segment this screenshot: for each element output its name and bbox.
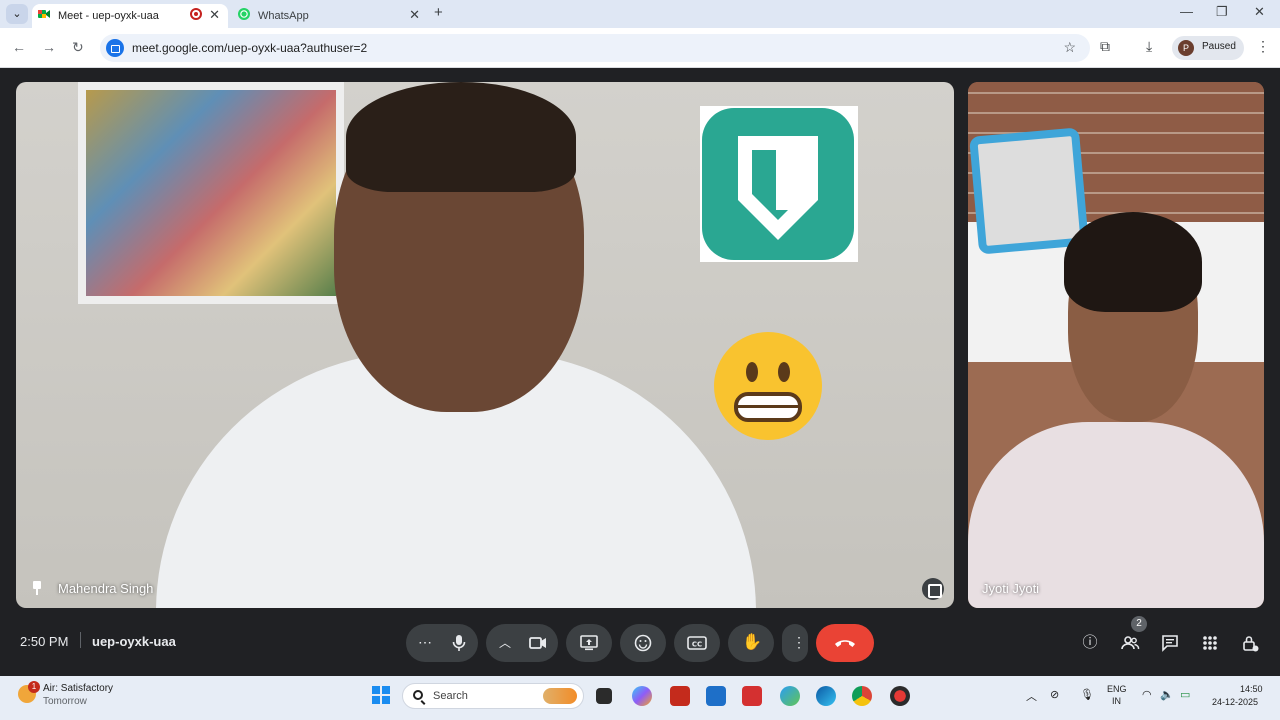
chevron-up-icon[interactable]: ︿ <box>499 634 511 651</box>
emoji-reaction-icon <box>634 634 652 652</box>
pin-icon[interactable] <box>32 581 42 595</box>
taskbar-search[interactable]: Search <box>402 683 584 709</box>
host-controls-lock-icon[interactable] <box>1240 633 1260 653</box>
camera-control-group: ︿ <box>486 624 558 662</box>
photo-frame <box>969 127 1089 255</box>
leave-call-button[interactable] <box>816 624 874 662</box>
tab-whatsapp[interactable]: WhatsApp ✕ <box>232 4 428 28</box>
forward-arrow-icon[interactable]: → <box>42 39 56 55</box>
meeting-time: 2:50 PM <box>20 634 69 649</box>
whatsapp-icon <box>238 8 250 20</box>
edge-browser-icon[interactable] <box>816 686 836 706</box>
meeting-info-icon[interactable]: ⓘ <box>1080 633 1100 653</box>
tab-search-chevron-icon[interactable]: ⌄ <box>6 4 28 24</box>
copilot-icon[interactable] <box>632 686 652 706</box>
meeting-code: uep-oyxk-uaa <box>92 634 176 649</box>
lock-shield-app-icon <box>700 106 858 262</box>
language-region: IN <box>1112 696 1121 706</box>
app-icon[interactable] <box>890 686 910 706</box>
reload-icon[interactable]: ↻ <box>72 39 84 56</box>
participant-hair <box>1064 212 1202 312</box>
tab-meet[interactable]: Meet - uep-oyxk-uaa ✕ <box>32 4 228 28</box>
browser-toolbar: ← → ↻ meet.google.com/uep-oyxk-uaa?authu… <box>0 28 1280 68</box>
wps-office-icon[interactable] <box>742 686 762 706</box>
task-view-icon[interactable] <box>596 688 612 704</box>
avatar: P <box>1178 40 1194 56</box>
windows-taskbar: 1 Air: Satisfactory Tomorrow Search ︿ ⊘ … <box>0 676 1280 720</box>
more-options-icon: ⋮ <box>792 634 806 650</box>
restore-icon[interactable]: ❐ <box>1216 4 1228 20</box>
language-indicator[interactable]: ENG <box>1107 684 1127 694</box>
recording-indicator-icon <box>190 8 202 20</box>
volume-icon[interactable]: 🔈 <box>1160 688 1174 701</box>
tab-title: Meet - uep-oyxk-uaa <box>58 10 159 22</box>
close-window-icon[interactable]: ✕ <box>1254 4 1265 20</box>
clock-time[interactable]: 14:50 <box>1240 684 1263 694</box>
svg-text:CC: CC <box>692 641 702 649</box>
address-bar[interactable]: meet.google.com/uep-oyxk-uaa?authuser=2 … <box>100 34 1090 62</box>
people-count-badge: 2 <box>1131 616 1147 632</box>
captions-button[interactable]: CC <box>674 624 720 662</box>
url-text: meet.google.com/uep-oyxk-uaa?authuser=2 <box>132 41 368 55</box>
bookmark-star-icon[interactable]: ☆ <box>1063 39 1076 56</box>
people-icon[interactable] <box>1120 633 1140 653</box>
participant-name: Jyoti Jyoti <box>982 581 1040 596</box>
meet-tray-icon[interactable]: ⊘ <box>1050 688 1059 701</box>
present-screen-icon <box>580 635 598 651</box>
windows-start-icon[interactable] <box>372 686 390 704</box>
raise-hand-button[interactable]: ✋ <box>728 624 774 662</box>
back-arrow-icon[interactable]: ← <box>12 39 26 55</box>
captions-icon: CC <box>687 636 707 650</box>
clock-date: 24-12-2025 <box>1212 697 1259 707</box>
mic-control-group: ⋯ <box>406 624 478 662</box>
wall-poster <box>78 82 344 304</box>
video-tile-side[interactable] <box>968 82 1264 608</box>
expand-tile-icon[interactable] <box>922 578 944 600</box>
extensions-puzzle-icon[interactable]: ⧉ <box>1100 38 1110 55</box>
google-meet-icon <box>38 10 50 18</box>
wifi-icon[interactable]: ◠ <box>1142 688 1152 701</box>
weather-badge: 1 <box>28 681 40 693</box>
minimize-icon[interactable]: — <box>1180 4 1193 19</box>
raise-hand-icon: ✋ <box>742 634 762 651</box>
search-placeholder: Search <box>433 690 468 702</box>
reactions-button[interactable] <box>620 624 666 662</box>
end-call-icon <box>835 640 855 647</box>
file-explorer-icon[interactable] <box>780 686 800 706</box>
download-icon[interactable]: ⤓ <box>1146 38 1152 55</box>
microphone-icon[interactable] <box>452 634 466 652</box>
participant-hair <box>346 82 576 192</box>
profile-status: Paused <box>1202 41 1236 52</box>
mcafee-icon[interactable] <box>670 686 690 706</box>
chevron-up-icon[interactable]: ︿ <box>1026 688 1037 704</box>
tab-title: WhatsApp <box>258 10 309 22</box>
new-tab-button[interactable]: + <box>434 4 443 21</box>
present-screen-button[interactable] <box>566 624 612 662</box>
chrome-browser-icon[interactable] <box>852 686 872 706</box>
browser-menu-icon[interactable]: ⋮ <box>1256 38 1270 55</box>
participant-name: Mahendra Singh <box>58 581 154 596</box>
search-highlight-icon <box>543 688 577 704</box>
microphone-tray-icon[interactable]: 🎙 <box>1080 688 1094 701</box>
camera-icon[interactable] <box>529 637 547 649</box>
more-options-button[interactable]: ⋮ <box>782 624 808 662</box>
microsoft-store-icon[interactable] <box>706 686 726 706</box>
close-tab-icon[interactable]: ✕ <box>409 5 420 25</box>
search-icon <box>413 690 423 700</box>
grimacing-face-reaction-icon <box>714 332 822 440</box>
weather-subtitle: Tomorrow <box>43 696 87 707</box>
chat-icon[interactable] <box>1160 633 1180 653</box>
site-info-icon[interactable] <box>106 39 124 57</box>
close-tab-icon[interactable]: ✕ <box>209 5 220 25</box>
more-audio-options-icon[interactable]: ⋯ <box>418 634 432 651</box>
battery-icon[interactable]: ▭ <box>1180 688 1190 701</box>
weather-title[interactable]: Air: Satisfactory <box>43 683 113 694</box>
activities-grid-icon[interactable] <box>1200 633 1220 653</box>
divider <box>80 632 81 648</box>
shield-icon <box>738 136 818 240</box>
browser-tab-bar: ⌄ Meet - uep-oyxk-uaa ✕ WhatsApp ✕ + — ❐… <box>0 0 1280 28</box>
meeting-controls-bar: 2:50 PM uep-oyxk-uaa ⋯ ︿ CC ✋ ⋮ ⓘ 2 <box>0 614 1280 674</box>
profile-button[interactable]: P Paused <box>1172 36 1244 60</box>
